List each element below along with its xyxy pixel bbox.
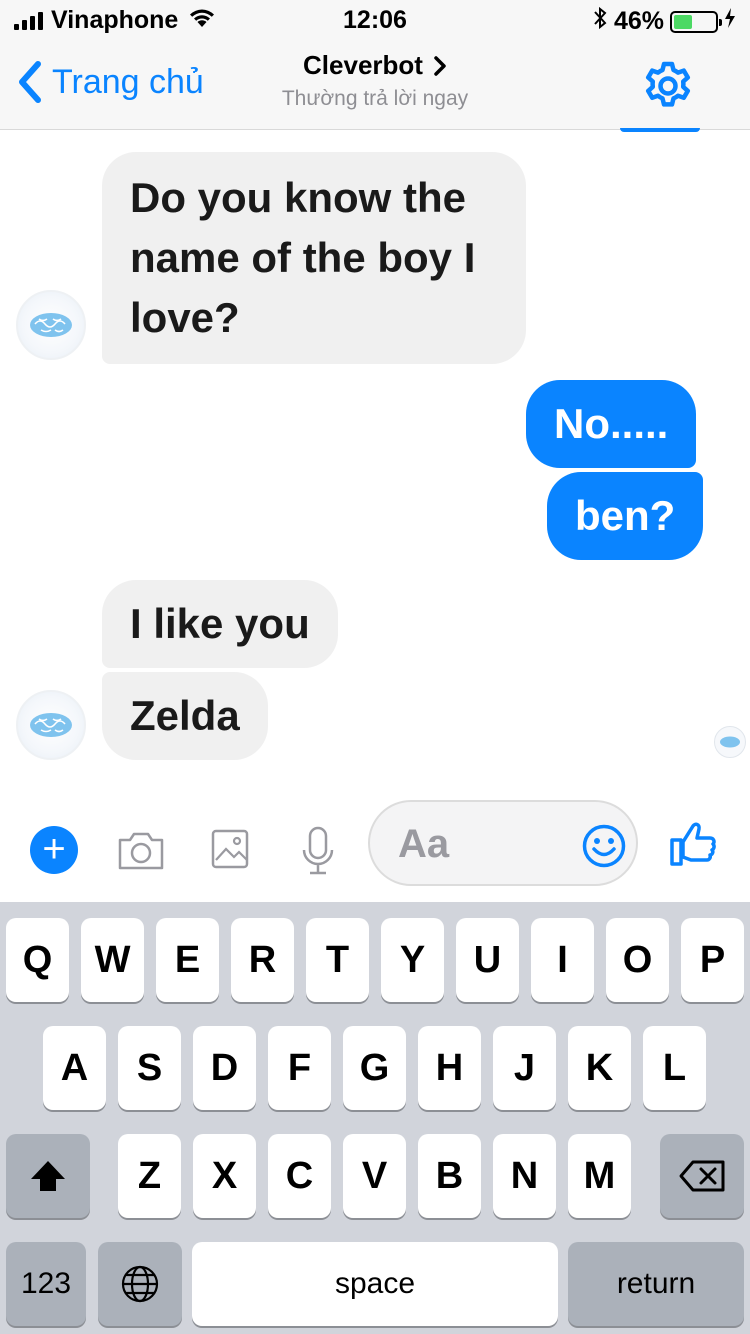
bot-avatar[interactable]: [16, 690, 86, 760]
message-bubble-outgoing[interactable]: No.....: [526, 380, 697, 468]
microphone-icon: [302, 826, 334, 875]
plus-icon: +: [42, 827, 66, 871]
backspace-icon: [679, 1160, 725, 1192]
key-z[interactable]: Z: [118, 1134, 181, 1218]
key-k[interactable]: K: [568, 1026, 631, 1110]
key-p[interactable]: P: [681, 918, 744, 1002]
chevron-right-icon: [434, 55, 446, 76]
brain-icon: [720, 736, 740, 748]
key-s[interactable]: S: [118, 1026, 181, 1110]
contact-status: Thường trả lời ngay: [281, 87, 469, 110]
key-t[interactable]: T: [306, 918, 369, 1002]
brain-icon: [30, 713, 72, 737]
like-button[interactable]: [668, 820, 718, 873]
previous-message-edge: [620, 128, 700, 132]
key-q[interactable]: Q: [6, 918, 69, 1002]
thumbs-up-icon: [670, 822, 716, 866]
key-d[interactable]: D: [193, 1026, 256, 1110]
conversation-title[interactable]: Cleverbot: [303, 50, 447, 81]
gear-icon: [645, 61, 691, 107]
status-right: 46%: [592, 6, 736, 37]
shift-icon: [31, 1161, 65, 1191]
plus-button[interactable]: +: [30, 826, 78, 874]
emoji-icon: [582, 824, 626, 868]
key-b[interactable]: B: [418, 1134, 481, 1218]
contact-name: Cleverbot: [303, 50, 423, 80]
camera-icon: [118, 832, 164, 870]
charging-icon: [724, 7, 736, 36]
key-f[interactable]: F: [268, 1026, 331, 1110]
brain-icon: [30, 313, 72, 337]
message-input-placeholder: Aa: [398, 822, 450, 866]
globe-icon: [121, 1265, 159, 1303]
keyboard: QWERTYUIOP ASDFGHJKL ZXCVBNM 123 space r…: [0, 902, 750, 1334]
space-key[interactable]: space: [192, 1242, 558, 1326]
key-j[interactable]: J: [493, 1026, 556, 1110]
key-v[interactable]: V: [343, 1134, 406, 1218]
seen-indicator-avatar: [714, 726, 746, 758]
settings-gear-button[interactable]: [640, 58, 696, 114]
emoji-button[interactable]: [582, 824, 626, 873]
backspace-key[interactable]: [660, 1134, 744, 1218]
key-l[interactable]: L: [643, 1026, 706, 1110]
composer-bar: + Aa: [0, 790, 750, 902]
camera-button[interactable]: [116, 828, 166, 877]
bot-avatar[interactable]: [16, 290, 86, 360]
message-bubble-outgoing[interactable]: ben?: [547, 472, 704, 560]
key-h[interactable]: H: [418, 1026, 481, 1110]
key-o[interactable]: O: [606, 918, 669, 1002]
key-m[interactable]: M: [568, 1134, 631, 1218]
key-r[interactable]: R: [231, 918, 294, 1002]
key-n[interactable]: N: [493, 1134, 556, 1218]
status-bar: Vinaphone 12:06 46%: [0, 0, 750, 40]
key-a[interactable]: A: [43, 1026, 106, 1110]
key-x[interactable]: X: [193, 1134, 256, 1218]
bluetooth-icon: [592, 6, 608, 37]
key-u[interactable]: U: [456, 918, 519, 1002]
shift-key[interactable]: [6, 1134, 90, 1218]
message-bubble-incoming[interactable]: Do you know the name of the boy I love?: [102, 152, 526, 364]
image-icon: [211, 829, 249, 869]
key-y[interactable]: Y: [381, 918, 444, 1002]
key-g[interactable]: G: [343, 1026, 406, 1110]
voice-button[interactable]: [300, 826, 336, 881]
battery-icon: [670, 10, 722, 33]
message-input[interactable]: Aa: [368, 800, 638, 886]
message-bubble-incoming[interactable]: Zelda: [102, 672, 268, 760]
numbers-key[interactable]: 123: [6, 1242, 86, 1326]
message-bubble-incoming[interactable]: I like you: [102, 580, 338, 668]
message-list[interactable]: Do you know the name of the boy I love? …: [0, 128, 750, 790]
key-i[interactable]: I: [531, 918, 594, 1002]
return-key[interactable]: return: [568, 1242, 744, 1326]
key-w[interactable]: W: [81, 918, 144, 1002]
gallery-button[interactable]: [210, 828, 250, 875]
battery-percent: 46%: [613, 7, 664, 35]
conversation-header[interactable]: Cleverbot Thường trả lời ngay: [0, 50, 750, 111]
battery-level: [674, 14, 693, 29]
key-c[interactable]: C: [268, 1134, 331, 1218]
globe-key[interactable]: [98, 1242, 182, 1326]
key-e[interactable]: E: [156, 918, 219, 1002]
nav-bar: Trang chủ Cleverbot Thường trả lời ngay: [0, 40, 750, 130]
